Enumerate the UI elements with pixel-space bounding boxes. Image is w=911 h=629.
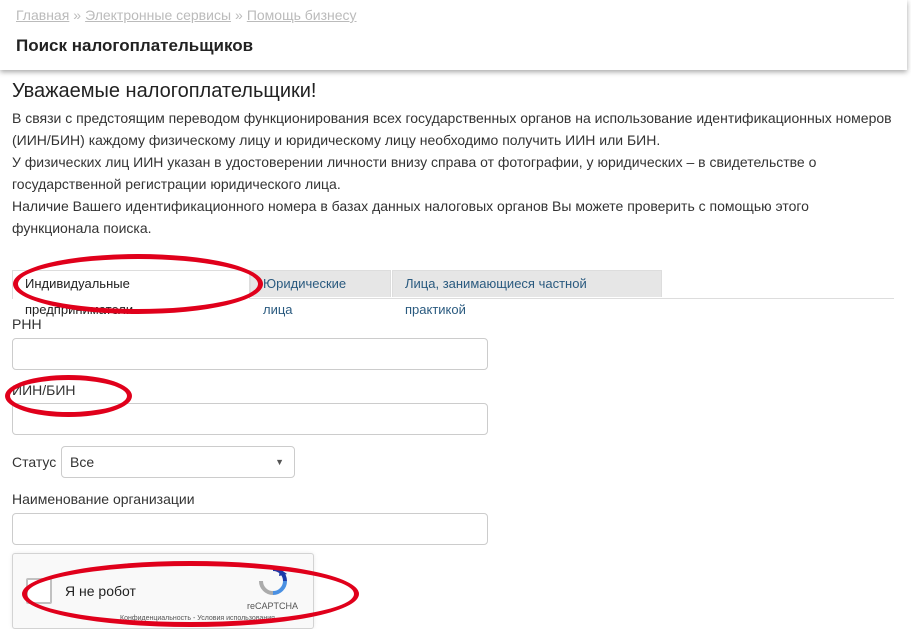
breadcrumb-separator: »	[73, 7, 82, 23]
organization-name-input[interactable]	[12, 513, 488, 545]
recaptcha-label: Я не робот	[65, 583, 136, 599]
tab-individual-entrepreneurs[interactable]: Индивидуальные предприниматели	[12, 270, 250, 317]
rnn-label: РНН	[12, 316, 42, 332]
page-title: Поиск налогоплательщиков	[16, 36, 254, 55]
breadcrumb-separator: »	[235, 7, 243, 23]
tab-private-practice[interactable]: Лица, занимающиеся частной практикой	[392, 270, 662, 317]
iin-bin-input[interactable]	[12, 403, 488, 435]
intro-heading: Уважаемые налогоплательщики!	[12, 80, 317, 102]
recaptcha-logo-icon	[259, 567, 287, 595]
intro-paragraph: У физических лиц ИИН указан в удостовере…	[12, 154, 817, 192]
tab-legal-entities[interactable]: Юридические лица	[250, 270, 391, 317]
intro-section: Уважаемые налогоплательщики! В связи с п…	[12, 80, 897, 239]
iin-bin-label: ИИН/БИН	[12, 382, 76, 398]
breadcrumb: Главная» Электронные сервисы» Помощь бизне…	[16, 7, 357, 23]
recaptcha-terms-links[interactable]: Конфиденциальность - Условия использован…	[120, 615, 275, 622]
breadcrumb-link-e-services[interactable]: Электронные сервисы	[85, 7, 231, 23]
page-header: Главная» Электронные сервисы» Помощь бизне…	[0, 0, 907, 70]
status-label: Статус	[12, 454, 57, 470]
organization-name-label: Наименование организации	[12, 491, 195, 507]
rnn-input[interactable]	[12, 338, 488, 370]
breadcrumb-link-business-help[interactable]: Помощь бизнесу	[247, 7, 357, 23]
taxpayer-type-tabs: Индивидуальные предприниматели Юридическ…	[12, 268, 894, 317]
recaptcha-brand: reCAPTCHA	[247, 601, 299, 611]
intro-paragraph: Наличие Вашего идентификационного номера…	[12, 198, 809, 236]
status-select[interactable]: Все ▼	[61, 446, 295, 478]
recaptcha-widget: Я не робот reCAPTCHA Конфиденциальность …	[12, 553, 314, 629]
chevron-down-icon: ▼	[275, 457, 284, 467]
breadcrumb-link-home[interactable]: Главная	[16, 7, 69, 23]
status-select-value: Все	[70, 454, 95, 470]
intro-paragraph: В связи с предстоящим переводом функцион…	[12, 110, 892, 148]
recaptcha-checkbox[interactable]	[26, 578, 52, 604]
